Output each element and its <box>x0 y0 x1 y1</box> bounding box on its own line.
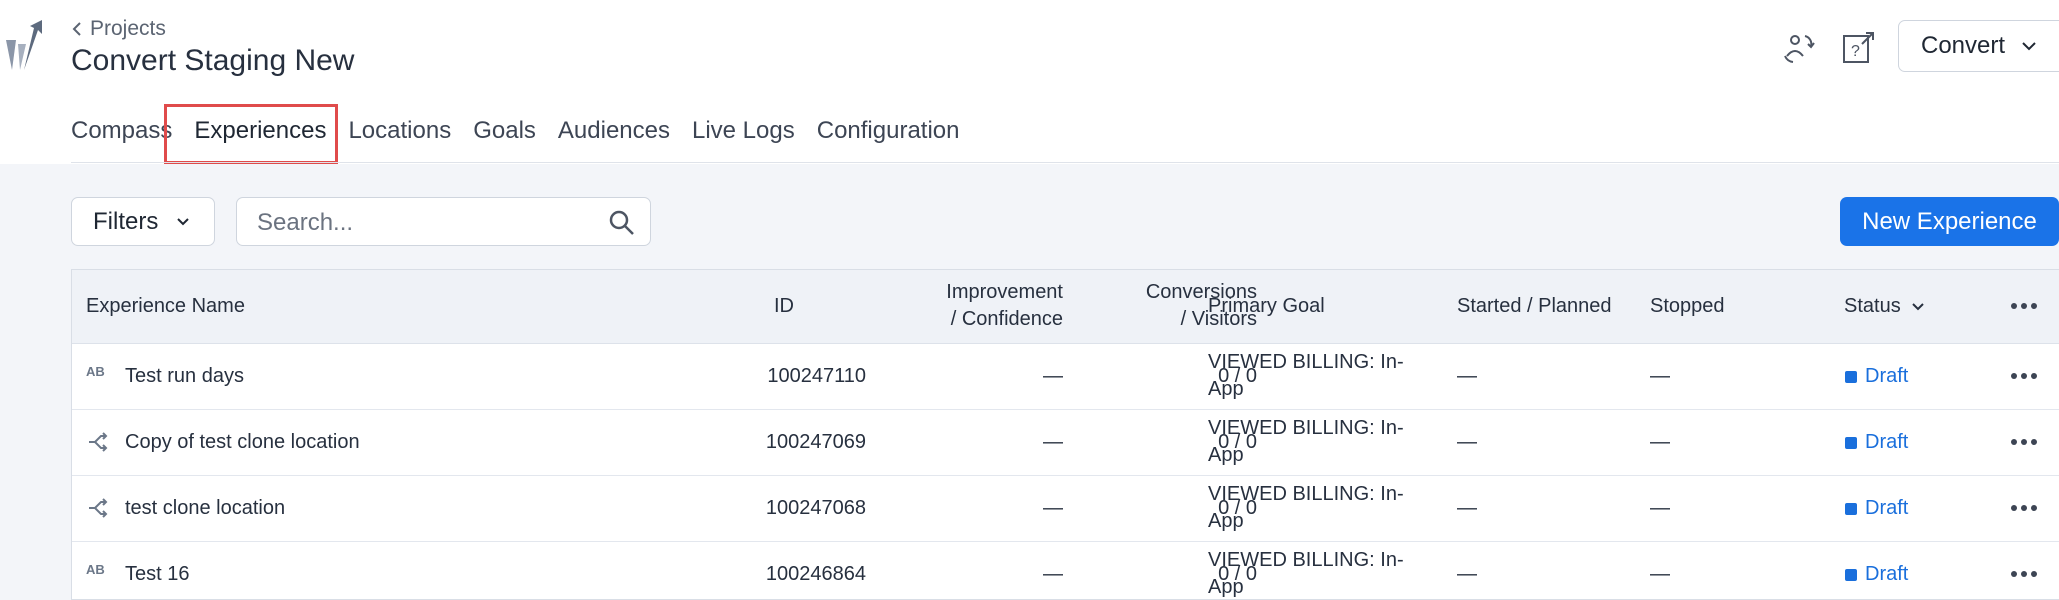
primary-goal-line2: App <box>1208 576 1244 598</box>
status-badge[interactable]: Draft <box>1845 561 1908 588</box>
primary-goal: VIEWED BILLING: In- App <box>1208 481 1404 535</box>
improvement-value: — <box>1043 497 1063 519</box>
help-external-icon[interactable]: ? <box>1840 30 1876 66</box>
improvement-value: — <box>1043 365 1063 387</box>
switch-user-icon[interactable] <box>1781 30 1817 66</box>
column-header-name[interactable]: Experience Name <box>86 293 245 320</box>
column-header-improvement[interactable]: Improvement / Confidence <box>863 279 1063 333</box>
status-label: Draft <box>1865 497 1909 519</box>
primary-goal: VIEWED BILLING: In- App <box>1208 547 1404 599</box>
stopped-value: — <box>1650 497 1670 519</box>
page-title: Convert Staging New <box>71 44 355 77</box>
filters-button[interactable]: Filters <box>71 197 215 246</box>
tabs-divider <box>71 162 2059 163</box>
improvement-value: — <box>1043 431 1063 453</box>
chevron-down-icon <box>1911 303 1924 311</box>
new-experience-button[interactable]: New Experience <box>1840 197 2059 246</box>
ab-test-icon: AB <box>86 364 105 379</box>
account-dropdown-label: Convert <box>1921 32 2006 59</box>
primary-goal-line2: App <box>1208 378 1244 400</box>
status-label: Draft <box>1865 365 1909 387</box>
improvement-value: — <box>1043 563 1063 585</box>
more-horizontal-icon[interactable] <box>2010 302 2038 310</box>
top-header: Projects Convert Staging New ? Convert C… <box>0 0 2059 164</box>
table-header: Experience Name ID Improvement / Confide… <box>72 270 2059 344</box>
started-value: — <box>1457 431 1477 453</box>
active-tab-highlight <box>164 104 338 164</box>
table-row[interactable]: test clone location 100247068 — 0 / 0 VI… <box>72 475 2059 542</box>
column-header-stopped[interactable]: Stopped <box>1650 293 1725 320</box>
search-box <box>236 197 651 246</box>
account-dropdown-button[interactable]: Convert <box>1898 20 2059 72</box>
column-header-id[interactable]: ID <box>774 293 794 320</box>
primary-goal-line1: VIEWED BILLING: In- <box>1208 483 1404 505</box>
experience-id: 100247069 <box>765 431 866 453</box>
primary-goal-line2: App <box>1208 444 1244 466</box>
chevron-down-icon <box>177 218 190 226</box>
more-horizontal-icon[interactable] <box>2010 372 2038 380</box>
primary-goal: VIEWED BILLING: In- App <box>1208 349 1404 403</box>
column-header-improvement-line2: / Confidence <box>950 308 1063 330</box>
experience-id: 100247068 <box>765 497 866 519</box>
primary-goal-line1: VIEWED BILLING: In- <box>1208 549 1404 571</box>
more-horizontal-icon[interactable] <box>2010 570 2038 578</box>
tab-compass[interactable]: Compass <box>71 117 172 145</box>
status-badge[interactable]: Draft <box>1845 429 1908 456</box>
stopped-value: — <box>1650 365 1670 387</box>
experience-name[interactable]: test clone location <box>125 495 285 522</box>
convert-logo-icon[interactable] <box>4 20 46 72</box>
experience-id: 100246864 <box>765 563 866 585</box>
chevron-left-icon <box>72 22 81 36</box>
primary-goal: VIEWED BILLING: In- App <box>1208 415 1404 469</box>
ab-test-icon: AB <box>86 562 105 577</box>
tab-locations[interactable]: Locations <box>348 117 451 145</box>
primary-goal-line1: VIEWED BILLING: In- <box>1208 417 1404 439</box>
experience-name[interactable]: Test 16 <box>125 561 189 588</box>
started-value: — <box>1457 563 1477 585</box>
table-row[interactable]: Copy of test clone location 100247069 — … <box>72 409 2059 476</box>
status-badge[interactable]: Draft <box>1845 495 1908 522</box>
tab-goals[interactable]: Goals <box>473 117 536 145</box>
column-header-status-label: Status <box>1844 295 1901 317</box>
started-value: — <box>1457 365 1477 387</box>
breadcrumb-projects[interactable]: Projects <box>90 17 166 41</box>
status-square-icon <box>1845 502 1857 515</box>
started-value: — <box>1457 497 1477 519</box>
status-square-icon <box>1845 370 1857 383</box>
tab-audiences[interactable]: Audiences <box>558 117 670 145</box>
stopped-value: — <box>1650 563 1670 585</box>
tab-configuration[interactable]: Configuration <box>817 117 960 145</box>
experiences-table: Experience Name ID Improvement / Confide… <box>71 269 2059 600</box>
column-header-primary-goal[interactable]: Primary Goal <box>1208 293 1325 320</box>
filters-label: Filters <box>93 207 159 235</box>
status-square-icon <box>1845 436 1857 449</box>
split-url-icon <box>89 498 108 518</box>
primary-goal-line2: App <box>1208 510 1244 532</box>
status-square-icon <box>1845 568 1857 581</box>
experience-name[interactable]: Copy of test clone location <box>125 429 360 456</box>
status-label: Draft <box>1865 563 1909 585</box>
tab-live-logs[interactable]: Live Logs <box>692 117 795 145</box>
split-url-icon <box>89 432 108 452</box>
table-row[interactable]: AB Test 16 100246864 — 0 / 0 VIEWED BILL… <box>72 541 2059 599</box>
more-horizontal-icon[interactable] <box>2010 504 2038 512</box>
table-row[interactable]: AB Test run days 100247110 — 0 / 0 VIEWE… <box>72 343 2059 410</box>
column-header-status[interactable]: Status <box>1844 293 1925 320</box>
search-input[interactable] <box>255 208 589 238</box>
column-header-improvement-line1: Improvement <box>946 281 1063 303</box>
status-badge[interactable]: Draft <box>1845 363 1908 390</box>
more-horizontal-icon[interactable] <box>2010 438 2038 446</box>
chevron-down-icon <box>2022 42 2036 51</box>
status-label: Draft <box>1865 431 1909 453</box>
svg-text:?: ? <box>1851 43 1860 60</box>
primary-goal-line1: VIEWED BILLING: In- <box>1208 351 1404 373</box>
breadcrumb[interactable]: Projects <box>72 17 166 41</box>
stopped-value: — <box>1650 431 1670 453</box>
column-header-started[interactable]: Started / Planned <box>1457 293 1612 320</box>
search-icon[interactable] <box>607 208 637 238</box>
experience-name[interactable]: Test run days <box>125 363 244 390</box>
experience-id: 100247110 <box>767 365 866 387</box>
